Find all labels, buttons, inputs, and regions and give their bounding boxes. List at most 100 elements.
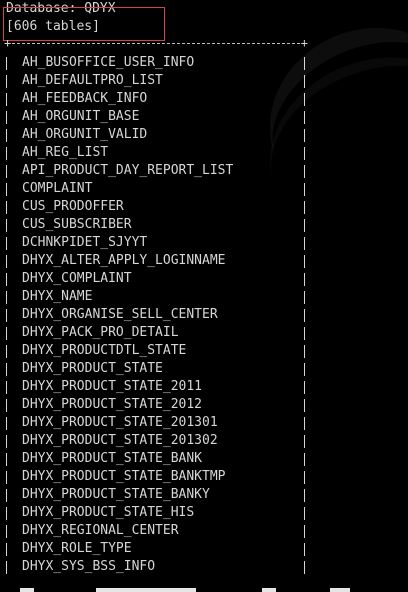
- row-border-left: [6, 489, 7, 502]
- row-border-right: [304, 129, 305, 142]
- row-border-left: [6, 543, 7, 556]
- table-row: AH_ORGUNIT_BASE: [0, 108, 408, 126]
- row-border-right: [304, 489, 305, 502]
- row-border-left: [6, 399, 7, 412]
- table-row: DHYX_PRODUCT_STATE_BANKY: [0, 486, 408, 504]
- table-name-cell: AH_FEEDBACK_INFO: [22, 91, 148, 106]
- table-name-cell: AH_DEFAULTPRO_LIST: [22, 73, 163, 88]
- table-name-cell: AH_ORGUNIT_VALID: [22, 127, 148, 142]
- row-border-left: [6, 219, 7, 232]
- row-border-left: [6, 453, 7, 466]
- table-row: COMPLAINT: [0, 180, 408, 198]
- row-border-left: [6, 507, 7, 520]
- row-border-right: [304, 363, 305, 376]
- row-border-right: [304, 309, 305, 322]
- row-border-right: [304, 147, 305, 160]
- row-border-right: [304, 237, 305, 250]
- row-border-right: [304, 525, 305, 538]
- table-row: AH_FEEDBACK_INFO: [0, 90, 408, 108]
- table-name-cell: DHYX_PRODUCT_STATE_2012: [22, 397, 203, 412]
- table-row: AH_REG_LIST: [0, 144, 408, 162]
- row-border-left: [6, 435, 7, 448]
- table-row: DHYX_PRODUCT_STATE_2011: [0, 378, 408, 396]
- table-name-cell: DCHNKPIDET_SJYYT: [22, 235, 148, 250]
- row-border-right: [304, 327, 305, 340]
- row-border-left: [6, 327, 7, 340]
- table-row: DHYX_ROLE_TYPE: [0, 540, 408, 558]
- table-name-cell: DHYX_PRODUCT_STATE_201301: [22, 415, 218, 430]
- row-border-right: [304, 507, 305, 520]
- table-row: DHYX_PRODUCT_STATE_201301: [0, 414, 408, 432]
- table-name-cell: DHYX_SYS_BSS_INFO: [22, 559, 156, 574]
- table-name-cell: CUS_SUBSCRIBER: [22, 217, 132, 232]
- table-row: DHYX_PRODUCT_STATE_BANK: [0, 450, 408, 468]
- row-border-left: [6, 417, 7, 430]
- table-row: DHYX_PACK_PRO_DETAIL: [0, 324, 408, 342]
- table-name-cell: DHYX_PRODUCT_STATE_HIS: [22, 505, 195, 520]
- row-border-right: [304, 57, 305, 70]
- table-name-cell: DHYX_NAME: [22, 289, 93, 304]
- table-name-cell: DHYX_PRODUCT_STATE_BANKY: [22, 487, 210, 502]
- table-row: DHYX_PRODUCT_STATE: [0, 360, 408, 378]
- row-border-left: [6, 111, 7, 124]
- row-border-right: [304, 165, 305, 178]
- table-row: API_PRODUCT_DAY_REPORT_LIST: [0, 162, 408, 180]
- row-border-right: [304, 75, 305, 88]
- bottom-mark: [262, 588, 276, 592]
- row-border-left: [6, 93, 7, 106]
- table-row: DHYX_PRODUCTDTL_STATE: [0, 342, 408, 360]
- table-name-cell: AH_REG_LIST: [22, 145, 109, 160]
- row-border-left: [6, 129, 7, 142]
- border-corner-left: +: [4, 36, 12, 50]
- row-border-right: [304, 291, 305, 304]
- border-corner-right: +: [300, 36, 308, 50]
- row-border-left: [6, 561, 7, 574]
- table-name-cell: CUS_PRODOFFER: [22, 199, 124, 214]
- row-border-right: [304, 93, 305, 106]
- table-row: CUS_PRODOFFER: [0, 198, 408, 216]
- row-border-left: [6, 345, 7, 358]
- table-name-cell: DHYX_PACK_PRO_DETAIL: [22, 325, 179, 340]
- row-border-left: [6, 75, 7, 88]
- bottom-mark: [330, 588, 350, 592]
- table-row: DHYX_ORGANISE_SELL_CENTER: [0, 306, 408, 324]
- row-border-left: [6, 291, 7, 304]
- row-border-right: [304, 381, 305, 394]
- table-top-border: + +: [4, 36, 308, 50]
- table-row: DHYX_NAME: [0, 288, 408, 306]
- row-border-right: [304, 219, 305, 232]
- table-name-cell: DHYX_PRODUCT_STATE_201302: [22, 433, 218, 448]
- table-name-cell: DHYX_PRODUCT_STATE_BANK: [22, 451, 203, 466]
- table-row: DHYX_PRODUCT_STATE_HIS: [0, 504, 408, 522]
- table-row: DHYX_COMPLAINT: [0, 270, 408, 288]
- row-border-right: [304, 201, 305, 214]
- row-border-right: [304, 435, 305, 448]
- row-border-right: [304, 345, 305, 358]
- table-list: AH_BUSOFFICE_USER_INFO AH_DEFAULTPRO_LIST…: [0, 54, 408, 576]
- table-name-cell: AH_ORGUNIT_BASE: [22, 109, 140, 124]
- table-name-cell: DHYX_PRODUCT_STATE: [22, 361, 163, 376]
- row-border-left: [6, 201, 7, 214]
- row-border-right: [304, 543, 305, 556]
- table-name-cell: DHYX_ROLE_TYPE: [22, 541, 132, 556]
- table-row: AH_ORGUNIT_VALID: [0, 126, 408, 144]
- table-name-cell: COMPLAINT: [22, 181, 93, 196]
- table-row: DCHNKPIDET_SJYYT: [0, 234, 408, 252]
- row-border-right: [304, 561, 305, 574]
- row-border-right: [304, 399, 305, 412]
- row-border-right: [304, 255, 305, 268]
- row-border-left: [6, 525, 7, 538]
- terminal-window[interactable]: Database: QDYX [606 tables] + + AH_BUSOF…: [0, 0, 408, 592]
- table-row: DHYX_ALTER_APPLY_LOGINNAME: [0, 252, 408, 270]
- row-border-left: [6, 147, 7, 160]
- bottom-mark: [96, 588, 196, 592]
- row-border-right: [304, 417, 305, 430]
- row-border-left: [6, 183, 7, 196]
- table-name-cell: DHYX_PRODUCTDTL_STATE: [22, 343, 187, 358]
- table-name-cell: DHYX_ALTER_APPLY_LOGINNAME: [22, 253, 226, 268]
- table-row: AH_BUSOFFICE_USER_INFO: [0, 54, 408, 72]
- row-border-right: [304, 111, 305, 124]
- table-name-cell: AH_BUSOFFICE_USER_INFO: [22, 55, 195, 70]
- table-name-cell: DHYX_ORGANISE_SELL_CENTER: [22, 307, 218, 322]
- row-border-right: [304, 273, 305, 286]
